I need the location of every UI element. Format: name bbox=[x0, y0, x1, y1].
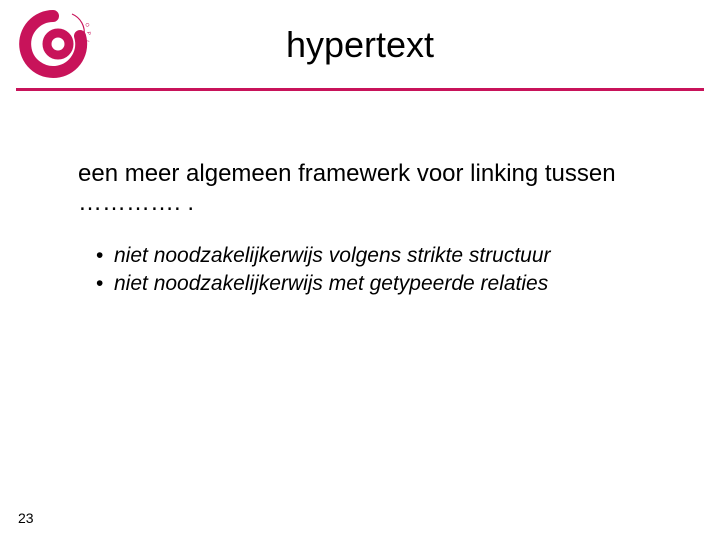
list-item: niet noodzakelijkerwijs volgens strikte … bbox=[96, 242, 660, 270]
intro-text: een meer algemeen framewerk voor linking… bbox=[78, 160, 660, 218]
slide-body: een meer algemeen framewerk voor linking… bbox=[78, 160, 660, 298]
list-item: niet noodzakelijkerwijs met getypeerde r… bbox=[96, 270, 660, 298]
bullet-list: niet noodzakelijkerwijs volgens strikte … bbox=[78, 242, 660, 299]
page-number: 23 bbox=[18, 510, 34, 526]
title-rule bbox=[16, 88, 704, 91]
slide: O P L hypertext een meer algemeen framew… bbox=[0, 0, 720, 540]
slide-title: hypertext bbox=[0, 24, 720, 66]
